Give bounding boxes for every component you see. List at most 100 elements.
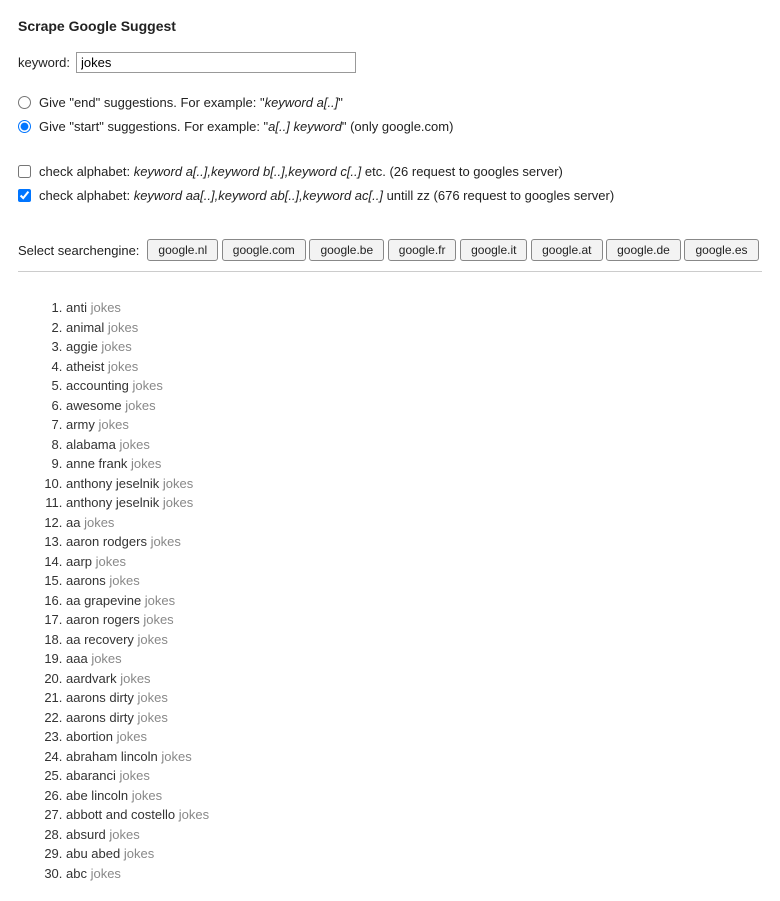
double-alphabet-label: check alphabet: keyword aa[..],keyword a… (39, 186, 614, 206)
result-item: abc jokes (66, 864, 762, 884)
result-term: abraham lincoln (66, 749, 161, 764)
result-item: anti jokes (66, 298, 762, 318)
result-keyword: jokes (179, 807, 209, 822)
engine-button-google-it[interactable]: google.it (460, 239, 527, 261)
result-item: aaron rogers jokes (66, 610, 762, 630)
keyword-input[interactable] (76, 52, 356, 73)
result-keyword: jokes (163, 495, 193, 510)
engine-button-google-com[interactable]: google.com (222, 239, 306, 261)
result-term: aaron rodgers (66, 534, 151, 549)
result-term: aarons dirty (66, 690, 138, 705)
result-item: aa grapevine jokes (66, 591, 762, 611)
engine-button-google-fr[interactable]: google.fr (388, 239, 457, 261)
start-suggestion-radio[interactable] (18, 120, 31, 133)
result-keyword: jokes (132, 788, 162, 803)
result-item: animal jokes (66, 318, 762, 338)
alphabet-group: check alphabet: keyword a[..],keyword b[… (18, 162, 762, 205)
result-item: atheist jokes (66, 357, 762, 377)
result-item: aarons dirty jokes (66, 688, 762, 708)
result-item: abaranci jokes (66, 766, 762, 786)
result-item: alabama jokes (66, 435, 762, 455)
result-term: abbott and costello (66, 807, 179, 822)
result-keyword: jokes (151, 534, 181, 549)
result-keyword: jokes (108, 359, 138, 374)
engine-button-google-be[interactable]: google.be (309, 239, 384, 261)
result-item: anthony jeselnik jokes (66, 493, 762, 513)
result-item: aaron rodgers jokes (66, 532, 762, 552)
result-term: anthony jeselnik (66, 476, 163, 491)
result-term: aaa (66, 651, 91, 666)
result-keyword: jokes (99, 417, 129, 432)
separator (18, 271, 762, 272)
result-term: aarons (66, 573, 109, 588)
result-term: abortion (66, 729, 117, 744)
result-keyword: jokes (124, 846, 154, 861)
engine-button-google-es[interactable]: google.es (684, 239, 758, 261)
double-alphabet-checkbox[interactable] (18, 189, 31, 202)
result-item: aa jokes (66, 513, 762, 533)
double-alphabet-row: check alphabet: keyword aa[..],keyword a… (18, 186, 762, 206)
result-item: aarp jokes (66, 552, 762, 572)
result-term: atheist (66, 359, 108, 374)
result-item: aarons dirty jokes (66, 708, 762, 728)
result-keyword: jokes (91, 300, 121, 315)
result-keyword: jokes (163, 476, 193, 491)
result-term: aarons dirty (66, 710, 138, 725)
result-keyword: jokes (91, 651, 121, 666)
result-keyword: jokes (138, 632, 168, 647)
end-suggestion-row: Give "end" suggestions. For example: "ke… (18, 93, 762, 113)
engine-button-google-at[interactable]: google.at (531, 239, 602, 261)
result-item: aardvark jokes (66, 669, 762, 689)
end-suggestion-label: Give "end" suggestions. For example: "ke… (39, 93, 343, 113)
single-alphabet-label: check alphabet: keyword a[..],keyword b[… (39, 162, 563, 182)
result-keyword: jokes (101, 339, 131, 354)
result-term: aa grapevine (66, 593, 145, 608)
result-term: aaron rogers (66, 612, 143, 627)
result-term: awesome (66, 398, 125, 413)
result-keyword: jokes (119, 768, 149, 783)
start-suggestion-label: Give "start" suggestions. For example: "… (39, 117, 453, 137)
keyword-row: keyword: (18, 52, 762, 73)
result-keyword: jokes (109, 573, 139, 588)
search-engine-row: Select searchengine: google.nl google.co… (18, 239, 762, 261)
result-term: aa recovery (66, 632, 138, 647)
result-keyword: jokes (138, 690, 168, 705)
end-suggestion-radio[interactable] (18, 96, 31, 109)
result-item: accounting jokes (66, 376, 762, 396)
result-term: anthony jeselnik (66, 495, 163, 510)
result-term: alabama (66, 437, 119, 452)
result-keyword: jokes (96, 554, 126, 569)
result-item: aaa jokes (66, 649, 762, 669)
suggestion-mode-group: Give "end" suggestions. For example: "ke… (18, 93, 762, 136)
result-item: aa recovery jokes (66, 630, 762, 650)
single-alphabet-checkbox[interactable] (18, 165, 31, 178)
result-term: abu abed (66, 846, 124, 861)
result-term: accounting (66, 378, 133, 393)
result-term: abc (66, 866, 91, 881)
result-item: anne frank jokes (66, 454, 762, 474)
result-keyword: jokes (133, 378, 163, 393)
search-engine-label: Select searchengine: (18, 243, 139, 258)
result-term: aggie (66, 339, 101, 354)
results-list: anti jokesanimal jokesaggie jokesatheist… (42, 298, 762, 883)
result-keyword: jokes (119, 437, 149, 452)
result-keyword: jokes (109, 827, 139, 842)
result-item: aarons jokes (66, 571, 762, 591)
result-keyword: jokes (84, 515, 114, 530)
result-keyword: jokes (91, 866, 121, 881)
result-term: animal (66, 320, 108, 335)
engine-button-google-de[interactable]: google.de (606, 239, 681, 261)
result-keyword: jokes (125, 398, 155, 413)
engine-button-google-nl[interactable]: google.nl (147, 239, 218, 261)
result-item: abe lincoln jokes (66, 786, 762, 806)
result-item: awesome jokes (66, 396, 762, 416)
result-term: aa (66, 515, 84, 530)
result-term: aardvark (66, 671, 120, 686)
result-keyword: jokes (138, 710, 168, 725)
result-term: anti (66, 300, 91, 315)
start-suggestion-row: Give "start" suggestions. For example: "… (18, 117, 762, 137)
result-item: abortion jokes (66, 727, 762, 747)
result-item: army jokes (66, 415, 762, 435)
result-item: abbott and costello jokes (66, 805, 762, 825)
single-alphabet-row: check alphabet: keyword a[..],keyword b[… (18, 162, 762, 182)
